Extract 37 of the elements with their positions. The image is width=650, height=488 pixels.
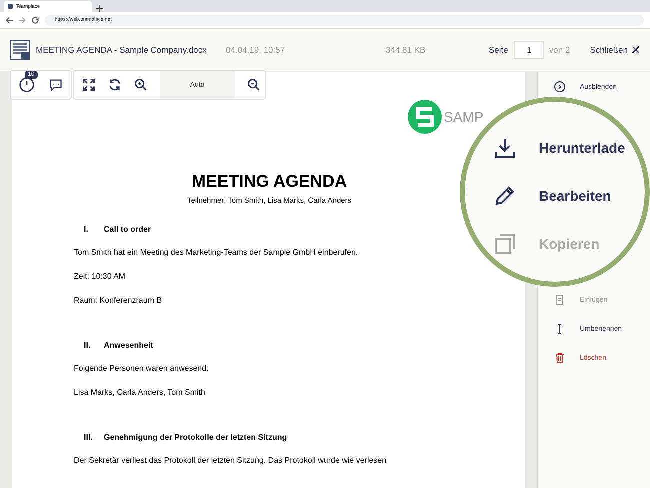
clock-icon[interactable] — [19, 77, 35, 93]
file-size: 344.81 KB — [386, 45, 427, 55]
document-icon — [554, 294, 566, 306]
section-heading: Anwesenheit — [104, 341, 154, 350]
section-number: I. — [84, 225, 90, 234]
page-field[interactable]: 1 — [514, 41, 544, 59]
close-button[interactable]: Schließen — [590, 45, 640, 55]
logo-icon — [408, 100, 442, 134]
paragraph: Folgende Personen waren anwesend: — [74, 364, 210, 373]
download-icon — [493, 136, 517, 160]
section-heading: Genehmigung der Protokolle der letzten Sitzung — [104, 433, 288, 442]
menu-item[interactable]: Bearbeiten — [493, 172, 612, 220]
reload-icon[interactable] — [32, 16, 39, 24]
section-heading: Call to order — [104, 225, 152, 234]
word-document-icon — [10, 40, 30, 60]
comment-icon[interactable] — [49, 78, 63, 92]
section-number: III. — [84, 433, 94, 442]
page-total: von 2 — [549, 45, 570, 55]
paragraph: Der Sekretär verliest das Protokoll der letzten Sitzung. Das Protokoll wurde wie verlesen — [74, 456, 388, 465]
paragraph: Zeit: 10:30 AM — [74, 272, 127, 281]
trash-icon — [554, 352, 566, 364]
page-label: Seite — [489, 45, 508, 55]
section-number: II. — [84, 341, 92, 350]
file-name: MEETING AGENDA - Sample Company.docx — [36, 45, 208, 55]
paragraph: Lisa Marks, Carla Anders, Tom Smith — [74, 388, 206, 397]
close-icon — [632, 46, 640, 54]
copy-icon — [493, 232, 517, 256]
document-title: MEETING AGENDA — [190, 172, 348, 192]
paragraph: Tom Smith hat ein Meeting des Marketing-Teams der Sample GmbH einberufen. — [74, 248, 360, 257]
pencil-icon — [493, 184, 517, 208]
paragraph: Raum: Konferenzraum B — [74, 296, 164, 305]
file-date: 04.04.19, 10:57 — [226, 45, 286, 55]
menu-item[interactable]: Herunterlade — [493, 124, 626, 172]
new-tab-icon[interactable] — [96, 5, 103, 12]
back-icon[interactable] — [6, 16, 13, 24]
chevron-circle-icon — [554, 81, 566, 93]
logo-text: SAMP — [444, 109, 484, 125]
